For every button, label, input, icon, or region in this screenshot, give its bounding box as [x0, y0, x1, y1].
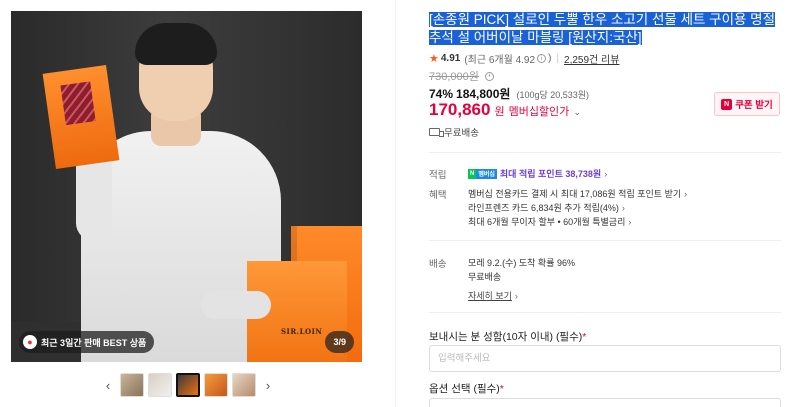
thumbnail-5[interactable]: [232, 373, 256, 397]
chevron-down-icon[interactable]: ⌄: [573, 107, 581, 118]
thumbnail-2[interactable]: [148, 373, 172, 397]
membership-discount-label[interactable]: 멤버십할인가: [509, 103, 570, 119]
option-select-label: 옵션 선택 (필수)*: [429, 383, 504, 395]
points-row[interactable]: N 멤버십 최대 적립 포인트 38,738원 ›: [468, 167, 607, 180]
benefit-label: 혜택: [429, 190, 447, 201]
product-title: [손종원 PICK] 설로인 두뿔 한우 소고기 선물 세트 구이용 명절 추석…: [429, 12, 776, 45]
sender-name-input[interactable]: [429, 345, 781, 372]
coupon-button[interactable]: N 쿠폰 받기: [714, 92, 780, 116]
chevron-right-icon[interactable]: ›: [260, 372, 276, 398]
benefit-line-2[interactable]: 라인프렌즈 카드 6,834원 추가 적립(4%) ›: [468, 201, 625, 214]
thumbnail-1[interactable]: [120, 373, 144, 397]
column-divider: [395, 0, 396, 407]
chevron-right-icon: ›: [604, 168, 608, 179]
chevron-right-icon: ›: [514, 290, 518, 301]
product-main-image[interactable]: SIR.LOIN ● 최근 3일간 판매 BEST 상품 3/9: [11, 11, 362, 362]
membership-price-unit: 원: [494, 106, 505, 118]
rating-value: 4.91: [440, 53, 461, 64]
star-icon: ★: [429, 53, 439, 65]
divider: [429, 240, 781, 241]
thumbnail-3-active[interactable]: [176, 373, 200, 397]
benefit-line-3[interactable]: 최대 6개월 무이자 할부 • 60개월 특별금리 ›: [468, 215, 631, 228]
box-brand-label: SIR.LOIN: [281, 327, 323, 336]
chevron-right-icon: ›: [621, 202, 625, 213]
chevron-left-icon[interactable]: ‹: [100, 372, 116, 398]
max-points-text: 최대 적립 포인트 38,738원: [499, 169, 602, 179]
discount-rate: 74%: [429, 87, 454, 101]
points-label: 적립: [429, 170, 447, 181]
delivery-arrival: 모레 9.2.(수) 도착 확률 96%: [468, 258, 575, 268]
benefit-line-1[interactable]: 멤버십 전용카드 결제 시 최대 17,086원 적립 포인트 받기 ›: [468, 187, 687, 200]
npay-membership-icon: N 멤버십: [468, 168, 497, 179]
fire-icon: ●: [23, 335, 37, 349]
divider: [429, 312, 781, 313]
delivery-label: 배송: [429, 259, 447, 270]
rating-recent: (최근 6개월 4.92: [464, 55, 536, 66]
best-seller-text: 최근 3일간 판매 BEST 상품: [41, 337, 147, 348]
membership-price: 170,860: [429, 100, 491, 119]
sender-name-label: 보내시는 분 성함(10자 이내) (필수)*: [429, 331, 587, 343]
review-count-link[interactable]: 2,259건 리뷰: [564, 51, 619, 66]
thumbnail-strip: ‹ ›: [100, 372, 276, 398]
original-price: 730,000원 i: [429, 68, 496, 84]
chevron-right-icon: ›: [628, 216, 632, 227]
beef-package: [42, 65, 120, 169]
shipping-summary: 무료배송: [429, 125, 479, 139]
thumbnail-4[interactable]: [204, 373, 228, 397]
product-photo: SIR.LOIN: [11, 11, 362, 362]
divider: [429, 152, 781, 153]
coupon-icon: N: [721, 98, 733, 110]
delivery-fee: 무료배송: [468, 272, 502, 282]
chevron-right-icon: ›: [684, 188, 688, 199]
price-info-icon[interactable]: i: [484, 71, 494, 81]
option-select[interactable]: [429, 398, 781, 407]
membership-price-row: 170,860 원 멤버십할인가 ⌄: [429, 100, 581, 120]
delivery-detail-link[interactable]: 자세히 보기 ›: [468, 289, 518, 302]
truck-icon: [429, 128, 444, 137]
best-seller-badge: ● 최근 3일간 판매 BEST 상품: [19, 331, 155, 353]
image-counter: 3/9: [325, 331, 354, 353]
info-icon[interactable]: i: [537, 54, 547, 63]
rating-row: ★ 4.91 (최근 6개월 4.92 i ) | 2,259건 리뷰: [429, 51, 620, 66]
